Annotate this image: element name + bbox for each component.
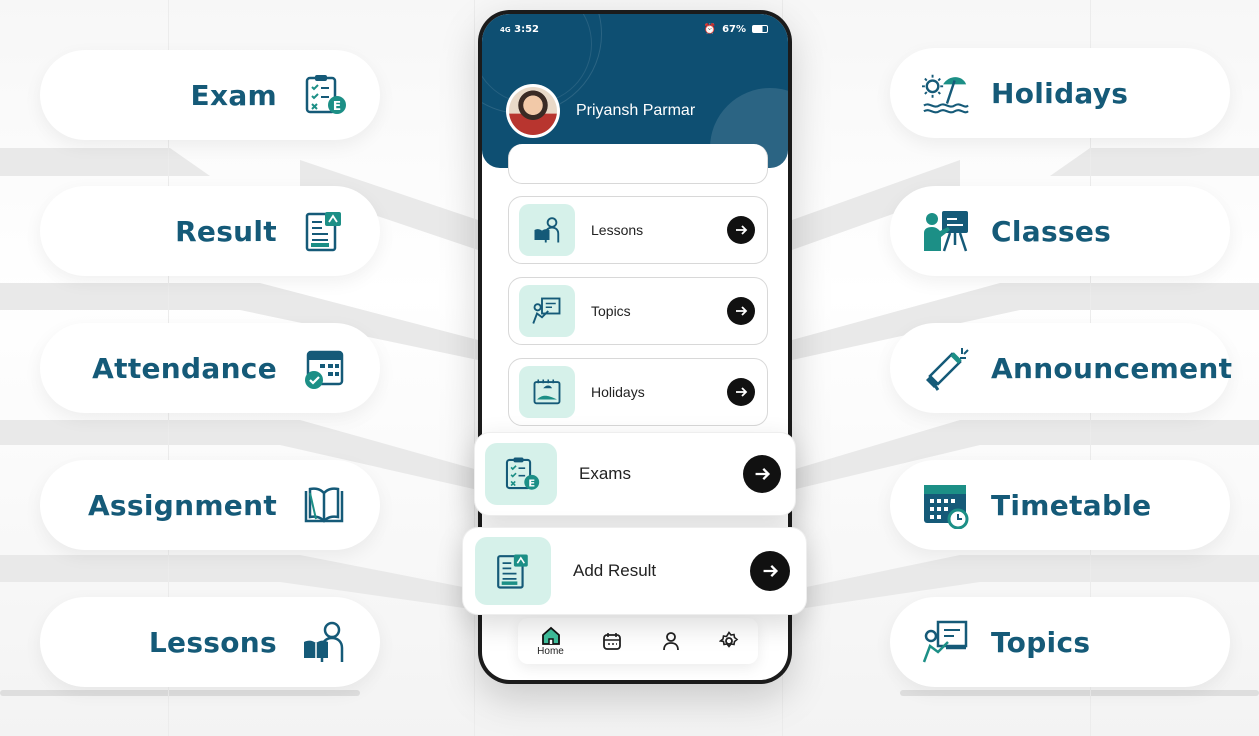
nav-calendar[interactable] bbox=[602, 631, 622, 651]
feature-label: Lessons bbox=[148, 625, 277, 659]
arrow-right-icon[interactable] bbox=[750, 551, 790, 591]
feature-lessons: Lessons bbox=[40, 597, 380, 687]
settings-icon bbox=[718, 631, 739, 648]
profile-icon bbox=[662, 632, 679, 651]
status-bar: 4G 3:52 ⏰ 67% bbox=[482, 14, 788, 44]
feature-label: Attendance bbox=[92, 351, 277, 385]
lessons-reader-icon bbox=[300, 618, 348, 666]
list-item-holidays[interactable]: Holidays bbox=[508, 358, 768, 426]
arrow-right-icon[interactable] bbox=[727, 378, 755, 406]
feature-label: Timetable bbox=[991, 488, 1152, 522]
nav-home[interactable]: Home bbox=[537, 626, 564, 657]
card-label: Add Result bbox=[573, 561, 657, 580]
svg-text:E: E bbox=[528, 478, 535, 489]
feature-label: Announcement bbox=[991, 351, 1233, 385]
list-item-topics[interactable]: Topics bbox=[508, 277, 768, 345]
lessons-reader-icon bbox=[519, 204, 575, 256]
feature-timetable: Timetable bbox=[890, 460, 1230, 550]
feature-result: Result bbox=[40, 186, 380, 276]
timetable-calendar-icon bbox=[922, 481, 970, 529]
megaphone-icon bbox=[922, 344, 970, 392]
feature-classes: Classes bbox=[890, 186, 1230, 276]
feature-topics: Topics bbox=[890, 597, 1230, 687]
status-time: 3:52 bbox=[514, 23, 539, 35]
nav-profile[interactable] bbox=[661, 631, 681, 651]
open-book-icon bbox=[300, 481, 348, 529]
attendance-calendar-icon bbox=[300, 344, 348, 392]
topics-board-icon bbox=[519, 285, 575, 337]
feature-label: Result bbox=[175, 214, 277, 248]
svg-text:E: E bbox=[333, 99, 341, 113]
avatar[interactable] bbox=[506, 84, 560, 138]
beach-photo-icon bbox=[519, 366, 575, 418]
teacher-board-icon bbox=[922, 207, 970, 255]
topics-board-icon bbox=[922, 618, 970, 666]
battery-icon bbox=[752, 25, 768, 33]
feature-announcement: Announcement bbox=[890, 323, 1233, 413]
beach-umbrella-icon bbox=[922, 69, 970, 117]
list-item-label: Holidays bbox=[591, 384, 645, 400]
battery-percent: 67% bbox=[722, 23, 746, 35]
calendar-icon bbox=[603, 633, 622, 650]
feature-exam: Exam E bbox=[40, 50, 380, 140]
home-icon bbox=[541, 626, 560, 645]
list-item-label: Topics bbox=[591, 303, 631, 319]
feature-attendance: Attendance bbox=[40, 323, 380, 413]
feature-assignment: Assignment bbox=[40, 460, 380, 550]
list-item-lessons[interactable]: Lessons bbox=[508, 196, 768, 264]
feature-label: Assignment bbox=[87, 488, 277, 522]
result-report-icon bbox=[475, 537, 551, 605]
feature-label: Topics bbox=[991, 625, 1091, 659]
exam-checklist-icon: E bbox=[485, 443, 557, 505]
nav-settings[interactable] bbox=[718, 631, 739, 651]
bottom-nav: Home bbox=[518, 618, 758, 664]
exams-card[interactable]: E Exams bbox=[474, 432, 796, 516]
feature-label: Holidays bbox=[991, 76, 1129, 110]
result-report-icon bbox=[300, 207, 348, 255]
divider bbox=[474, 0, 475, 736]
card-label: Exams bbox=[579, 464, 631, 483]
list-item-partial bbox=[508, 144, 768, 184]
exam-checklist-icon: E bbox=[300, 71, 348, 119]
add-result-card[interactable]: Add Result bbox=[462, 527, 807, 615]
arrow-right-icon[interactable] bbox=[727, 297, 755, 325]
feature-holidays: Holidays bbox=[890, 48, 1230, 138]
alarm-icon: ⏰ bbox=[703, 23, 717, 35]
user-name: Priyansh Parmar bbox=[576, 102, 696, 119]
nav-label: Home bbox=[537, 645, 564, 657]
arrow-right-icon[interactable] bbox=[727, 216, 755, 244]
signal-text: 4G bbox=[500, 25, 511, 34]
feature-label: Exam bbox=[190, 78, 277, 112]
list-item-label: Lessons bbox=[591, 222, 644, 238]
feature-label: Classes bbox=[991, 214, 1112, 248]
arrow-right-icon[interactable] bbox=[743, 455, 781, 493]
